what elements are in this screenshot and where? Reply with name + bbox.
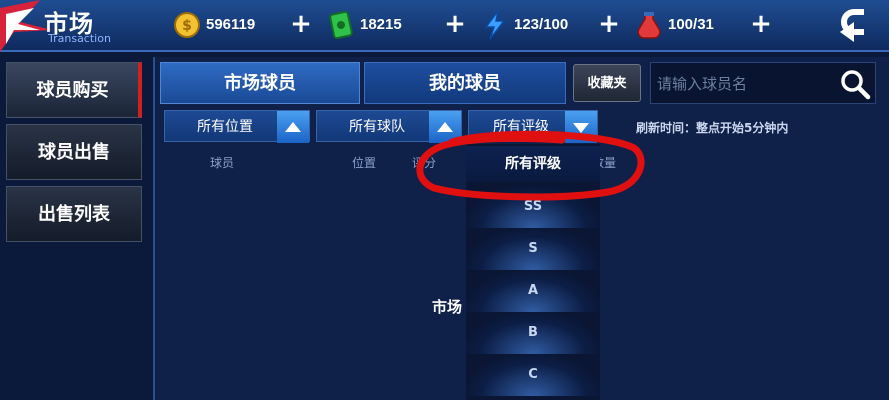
lightning-icon (484, 10, 506, 40)
triangle-up-icon (285, 122, 301, 132)
add-energy-button[interactable]: + (596, 11, 622, 38)
cash-icon (329, 10, 353, 40)
sidebar-item-sale-list[interactable]: 出售列表 (6, 186, 142, 242)
position-filter-arrow[interactable] (277, 111, 309, 143)
rating-option-a[interactable]: A (466, 270, 600, 312)
search-input[interactable] (657, 72, 827, 96)
search-box (650, 62, 876, 104)
energy-resource: 123/100 + (480, 10, 620, 40)
add-cash-button[interactable]: + (442, 11, 468, 38)
svg-text:$: $ (182, 18, 192, 34)
stamina-resource: 100/31 + (634, 10, 774, 40)
energy-value: 123/100 (514, 16, 569, 33)
add-gold-button[interactable]: + (288, 11, 314, 38)
refresh-time-text: 刷新时间：整点开始5分钟内 (636, 121, 789, 135)
cash-value: 18215 (360, 16, 402, 33)
tab-market-players[interactable]: 市场球员 (160, 62, 360, 104)
rating-option-s[interactable]: S (466, 228, 600, 270)
highlight-ring-annotation (416, 130, 645, 201)
market-empty-text: 市场 (432, 298, 463, 316)
stamina-value: 100/31 (668, 16, 714, 33)
tab-my-players[interactable]: 我的球员 (364, 62, 566, 104)
rating-option-c[interactable]: C (466, 354, 600, 396)
position-filter-label: 所有位置 (197, 119, 253, 135)
potion-icon (637, 12, 661, 39)
page-subtitle: Transaction (48, 32, 111, 45)
gold-resource: $ 596119 + (172, 10, 312, 40)
column-position: 位置 (352, 156, 377, 170)
search-icon[interactable] (839, 68, 871, 100)
top-bar: 市场 Transaction $ 596119 + 18215 + 123/10… (0, 0, 889, 52)
rating-option-b[interactable]: B (466, 312, 600, 354)
favorites-button[interactable]: 收藏夹 (573, 64, 641, 102)
back-arrow-icon[interactable] (830, 6, 878, 46)
add-stamina-button[interactable]: + (748, 11, 774, 38)
gold-value: 596119 (206, 16, 256, 33)
sidebar-item-sell-players[interactable]: 球员出售 (6, 124, 142, 180)
position-filter[interactable]: 所有位置 (164, 110, 310, 143)
sidebar-item-buy-players[interactable]: 球员购买 (6, 62, 142, 118)
gold-coin-icon: $ (174, 12, 200, 38)
column-player: 球员 (210, 156, 235, 170)
market-logo: 市场 Transaction (0, 0, 130, 52)
cash-resource: 18215 + (326, 10, 466, 40)
